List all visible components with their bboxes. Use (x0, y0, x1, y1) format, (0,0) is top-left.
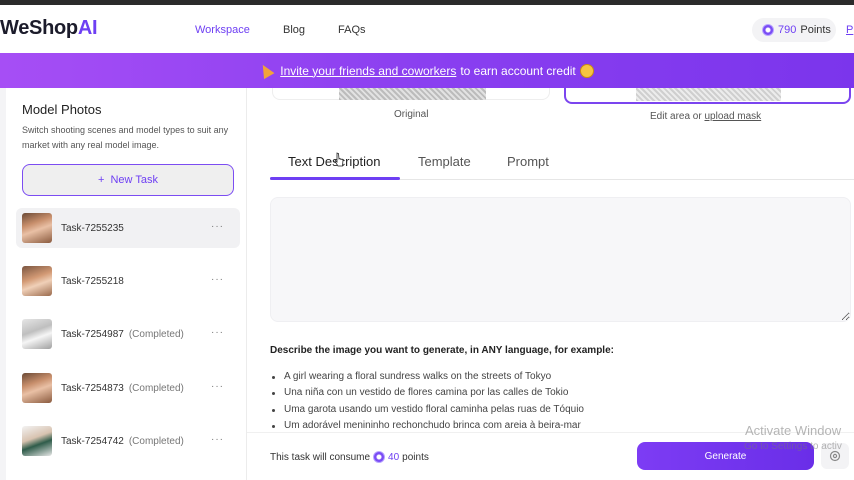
invite-rest-text: to earn account credit (460, 63, 576, 78)
activation-watermark-subtitle: Go to Settings to activ (744, 441, 842, 452)
smiley-icon (579, 63, 594, 78)
invite-link[interactable]: Invite your friends and coworkers (280, 64, 456, 78)
more-options-icon[interactable]: ··· (211, 327, 224, 338)
original-image (339, 88, 486, 100)
task-sidebar: Model Photos Switch shooting scenes and … (0, 88, 247, 480)
nav-workspace[interactable]: Workspace (195, 24, 250, 36)
original-label: Original (394, 109, 429, 120)
task-item[interactable]: Task-7255235 ··· (16, 208, 240, 248)
task-status: (Completed) (128, 382, 184, 394)
task-item[interactable]: Task-7254742 (Completed) ··· (16, 421, 240, 461)
task-name: Task-7254742 (61, 435, 124, 447)
party-popper-icon (257, 61, 275, 80)
task-item[interactable]: Task-7255218 ··· (16, 261, 240, 301)
task-thumbnail (22, 373, 52, 403)
text-description-input[interactable] (270, 197, 851, 322)
consume-info: This task will consume 40 points (270, 451, 429, 463)
sidebar-edge (0, 88, 6, 480)
task-name: Task-7254987 (61, 328, 124, 340)
task-status: (Completed) (128, 328, 184, 340)
activation-watermark-title: Activate Window (745, 423, 842, 438)
task-thumbnail (22, 213, 52, 243)
list-item: Uma garota usando um vestido floral cami… (270, 402, 584, 418)
task-item[interactable]: Task-7254987 (Completed) ··· (16, 314, 240, 354)
edit-area-text: Edit area or (650, 111, 702, 122)
task-item[interactable]: Task-7254873 (Completed) ··· (16, 368, 240, 408)
list-item: A girl wearing a floral sundress walks o… (270, 369, 584, 385)
task-name: Task-7255235 (61, 222, 124, 234)
example-list: A girl wearing a floral sundress walks o… (270, 369, 584, 434)
coin-icon (373, 451, 386, 463)
sidebar-title: Model Photos (22, 102, 102, 117)
consume-points: 40 (388, 451, 400, 463)
points-label: Points (800, 24, 831, 36)
edit-area-image[interactable] (636, 88, 781, 101)
consume-suffix: points (402, 451, 429, 463)
task-thumbnail (22, 266, 52, 296)
points-balance[interactable]: 790 Points (752, 18, 836, 42)
more-options-icon[interactable]: ··· (211, 381, 224, 392)
weshop-logo[interactable]: WeShopAI (0, 17, 98, 40)
task-name: Task-7254873 (61, 382, 124, 394)
top-header: WeShopAI Workspace Blog FAQs 790 Points … (0, 5, 854, 53)
list-item: Una niña con un vestido de flores camina… (270, 385, 584, 401)
more-options-icon[interactable]: ··· (211, 221, 224, 232)
invite-banner: Invite your friends and coworkers to ear… (0, 53, 854, 88)
more-options-icon[interactable]: ··· (211, 434, 224, 445)
upload-mask-link[interactable]: upload mask (704, 111, 761, 122)
mouse-cursor-icon (334, 152, 344, 167)
edit-area-label: Edit area or upload mask (650, 111, 761, 122)
nav-faqs[interactable]: FAQs (338, 24, 366, 36)
consume-prefix: This task will consume (270, 451, 371, 463)
more-options-icon[interactable]: ··· (211, 274, 224, 285)
tab-template[interactable]: Template (418, 154, 471, 169)
task-thumbnail (22, 426, 52, 456)
describe-heading: Describe the image you want to generate,… (270, 345, 614, 356)
plus-icon: + (98, 174, 105, 186)
new-task-label: New Task (110, 174, 158, 186)
task-name: Task-7255218 (61, 275, 124, 287)
new-task-button[interactable]: + New Task (22, 164, 234, 196)
header-profile-link[interactable]: P (846, 24, 853, 36)
task-status: (Completed) (128, 435, 184, 447)
nav-blog[interactable]: Blog (283, 24, 305, 36)
tab-prompt[interactable]: Prompt (507, 154, 549, 169)
active-tab-indicator (270, 177, 400, 180)
task-thumbnail (22, 319, 52, 349)
points-value: 790 (778, 24, 797, 36)
sidebar-description: Switch shooting scenes and model types t… (22, 125, 229, 150)
coin-icon (762, 24, 774, 36)
